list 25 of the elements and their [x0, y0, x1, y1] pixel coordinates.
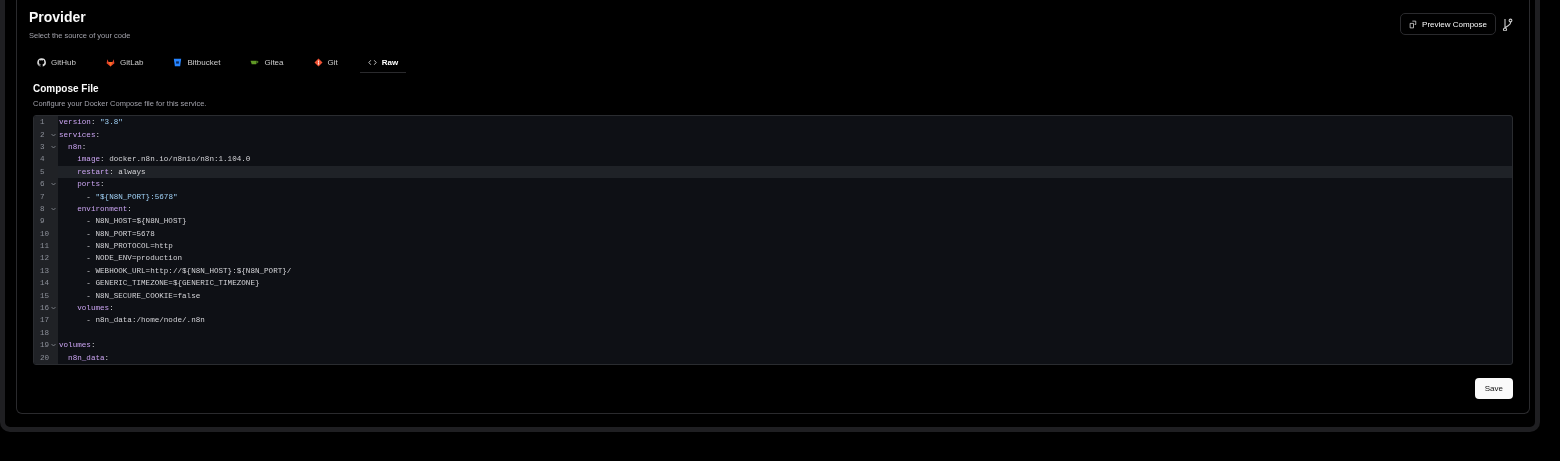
fox-icon	[105, 58, 115, 67]
fold-chevron-icon[interactable]	[51, 343, 56, 348]
compose-file-title: Compose File	[33, 83, 100, 94]
copy-icon	[1409, 19, 1419, 29]
git-icon	[313, 58, 323, 67]
code-editor[interactable]	[33, 115, 1513, 365]
fold-chevron-icon[interactable]	[51, 306, 56, 311]
save-button[interactable]: Save	[1474, 377, 1513, 399]
source-tab[interactable]: Raw	[359, 54, 407, 73]
source-tab[interactable]: Gitea	[242, 54, 292, 73]
source-tab[interactable]: Git	[305, 54, 346, 73]
source-tab[interactable]: GitHub	[29, 54, 84, 73]
source-tab[interactable]: GitLab	[97, 54, 152, 73]
section-title: Provider	[29, 9, 87, 25]
bucket-icon	[173, 58, 183, 67]
source-tab[interactable]: Bitbucket	[165, 54, 229, 73]
fold-chevron-icon[interactable]	[51, 206, 56, 211]
teacup-icon	[250, 58, 260, 67]
code-icon	[367, 58, 377, 67]
fold-chevron-icon[interactable]	[51, 182, 56, 187]
branch-icon[interactable]	[1502, 17, 1513, 31]
fold-chevron-icon[interactable]	[51, 144, 56, 149]
fold-chevron-icon[interactable]	[51, 132, 56, 137]
preview-compose-button[interactable]: Preview Compose	[1400, 13, 1496, 35]
github-icon	[37, 58, 46, 67]
